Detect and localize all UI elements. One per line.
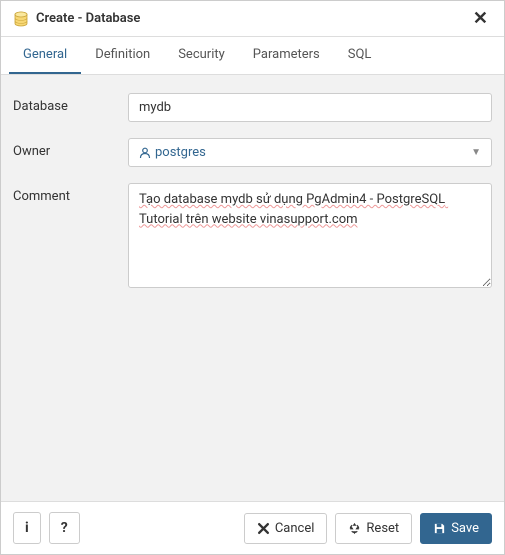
owner-label: Owner <box>13 138 128 159</box>
info-button[interactable]: i <box>13 512 41 544</box>
database-icon <box>13 11 29 27</box>
reset-button[interactable]: Reset <box>335 513 412 544</box>
reset-label: Reset <box>366 521 399 536</box>
tab-general[interactable]: General <box>9 37 81 74</box>
header-left: Create - Database <box>13 11 140 27</box>
tab-parameters[interactable]: Parameters <box>239 37 334 74</box>
save-button[interactable]: Save <box>420 513 492 544</box>
close-button[interactable]: ✕ <box>469 8 492 29</box>
comment-textarea[interactable] <box>128 183 492 288</box>
owner-select-value: postgres <box>139 145 471 160</box>
create-database-dialog: Create - Database ✕ General Definition S… <box>0 0 505 555</box>
tabs-bar: General Definition Security Parameters S… <box>1 37 504 75</box>
comment-control <box>128 183 492 292</box>
close-icon: ✕ <box>473 8 488 28</box>
tab-definition[interactable]: Definition <box>81 37 164 74</box>
tab-sql[interactable]: SQL <box>334 37 386 74</box>
user-icon <box>139 147 151 159</box>
owner-value-text: postgres <box>155 145 206 160</box>
dialog-header: Create - Database ✕ <box>1 1 504 37</box>
help-icon: ? <box>61 520 68 536</box>
x-icon <box>257 522 270 535</box>
database-input[interactable] <box>128 93 492 122</box>
database-row: Database <box>13 93 492 122</box>
database-label: Database <box>13 93 128 114</box>
recycle-icon <box>348 522 361 535</box>
database-control <box>128 93 492 122</box>
tab-security[interactable]: Security <box>164 37 239 74</box>
footer-right: Cancel Reset Save <box>244 513 492 544</box>
cancel-button[interactable]: Cancel <box>244 513 328 544</box>
owner-row: Owner postgres ▼ <box>13 138 492 167</box>
help-button[interactable]: ? <box>49 512 80 544</box>
chevron-down-icon: ▼ <box>471 147 481 158</box>
cancel-label: Cancel <box>275 521 315 536</box>
save-label: Save <box>451 521 479 536</box>
comment-row: Comment <box>13 183 492 292</box>
dialog-content: Database Owner postgres ▼ <box>1 75 504 501</box>
dialog-title: Create - Database <box>36 11 140 26</box>
comment-label: Comment <box>13 183 128 204</box>
dialog-footer: i ? Cancel Reset <box>1 501 504 554</box>
footer-left: i ? <box>13 512 80 544</box>
owner-select[interactable]: postgres ▼ <box>128 138 492 167</box>
save-icon <box>433 522 446 535</box>
info-icon: i <box>25 520 29 536</box>
owner-control: postgres ▼ <box>128 138 492 167</box>
